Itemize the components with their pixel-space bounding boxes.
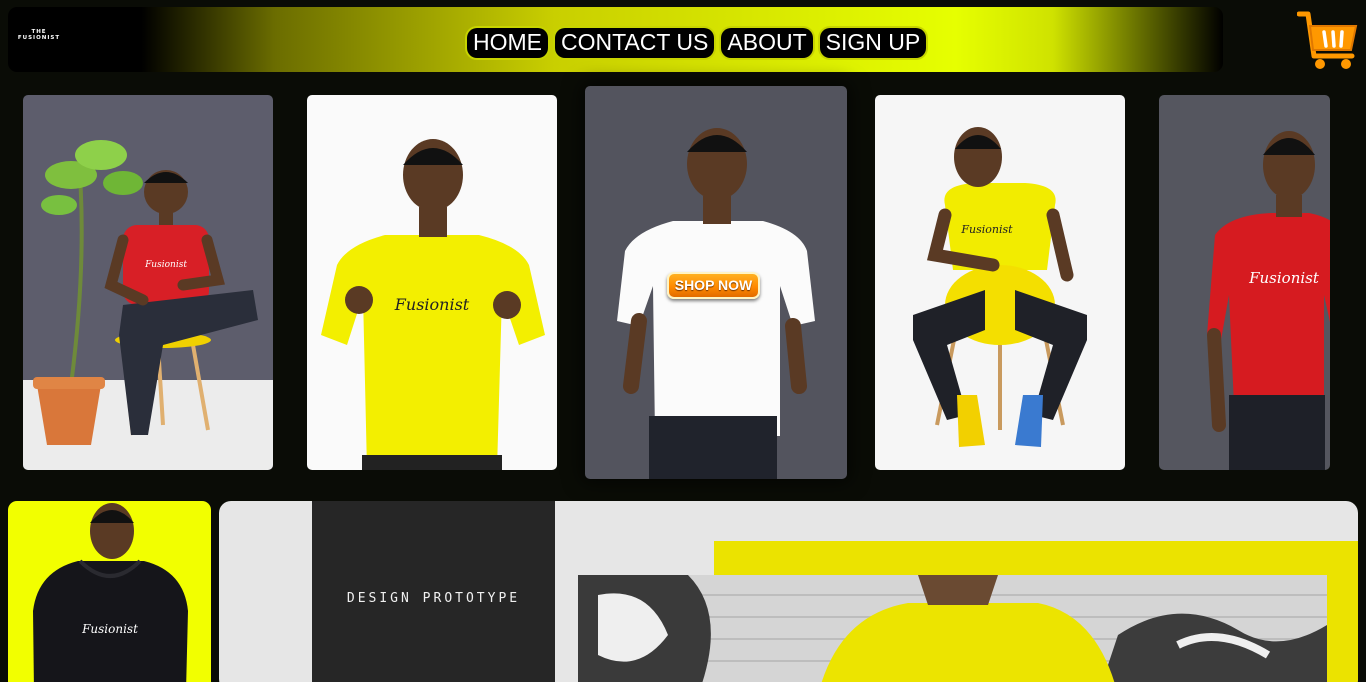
design-prototype-banner[interactable]: DESIGN PROTOTYPE bbox=[219, 501, 1358, 682]
shirt-logo-text: Fusionist bbox=[394, 295, 470, 314]
model-black-hoodie-image: Fusionist bbox=[33, 503, 188, 682]
logo-line-2: FUSIONIST bbox=[17, 35, 61, 41]
gallery-photo-featured[interactable]: SHOP NOW bbox=[585, 86, 847, 479]
shirt-logo-text: Fusionist bbox=[960, 223, 1013, 236]
main-nav: HOME CONTACT US ABOUT SIGN UP bbox=[467, 28, 927, 58]
prototype-title: DESIGN PROTOTYPE bbox=[346, 591, 521, 606]
gallery-photo-1[interactable]: Fusionist bbox=[23, 95, 273, 470]
gallery-photo-4[interactable]: Fusionist bbox=[875, 95, 1125, 470]
nav-contact-us-button[interactable]: CONTACT US bbox=[555, 28, 715, 58]
shopping-cart-icon[interactable] bbox=[1296, 10, 1359, 72]
site-header: THE FUSIONIST HOME CONTACT US ABOUT SIGN… bbox=[8, 7, 1223, 72]
hoodie-logo-text: Fusionist bbox=[81, 622, 138, 636]
hoodie-promo-card[interactable]: Fusionist bbox=[8, 501, 211, 682]
model-red-shirt-plant-image: Fusionist bbox=[23, 95, 273, 470]
nav-about-button[interactable]: ABOUT bbox=[721, 28, 813, 58]
gallery-photo-5[interactable]: Fusionist bbox=[1159, 95, 1330, 470]
model-yellow-shirt-image: Fusionist bbox=[307, 95, 557, 470]
gallery-photo-2[interactable]: Fusionist bbox=[307, 95, 557, 470]
nav-home-button[interactable]: HOME bbox=[467, 28, 548, 58]
shop-now-button[interactable]: SHOP NOW bbox=[667, 272, 760, 299]
model-red-shirt-standing-image: Fusionist bbox=[1159, 95, 1330, 470]
prototype-dark-panel: DESIGN PROTOTYPE bbox=[312, 501, 555, 682]
shirt-logo-text: Fusionist bbox=[144, 260, 187, 270]
shirt-logo-text: Fusionist bbox=[1248, 269, 1320, 287]
brand-logo[interactable]: THE FUSIONIST bbox=[16, 29, 62, 41]
model-seated-yellow-chair-image: Fusionist bbox=[875, 95, 1125, 470]
prototype-graffiti-photo bbox=[578, 575, 1327, 682]
nav-sign-up-button[interactable]: SIGN UP bbox=[819, 28, 927, 58]
